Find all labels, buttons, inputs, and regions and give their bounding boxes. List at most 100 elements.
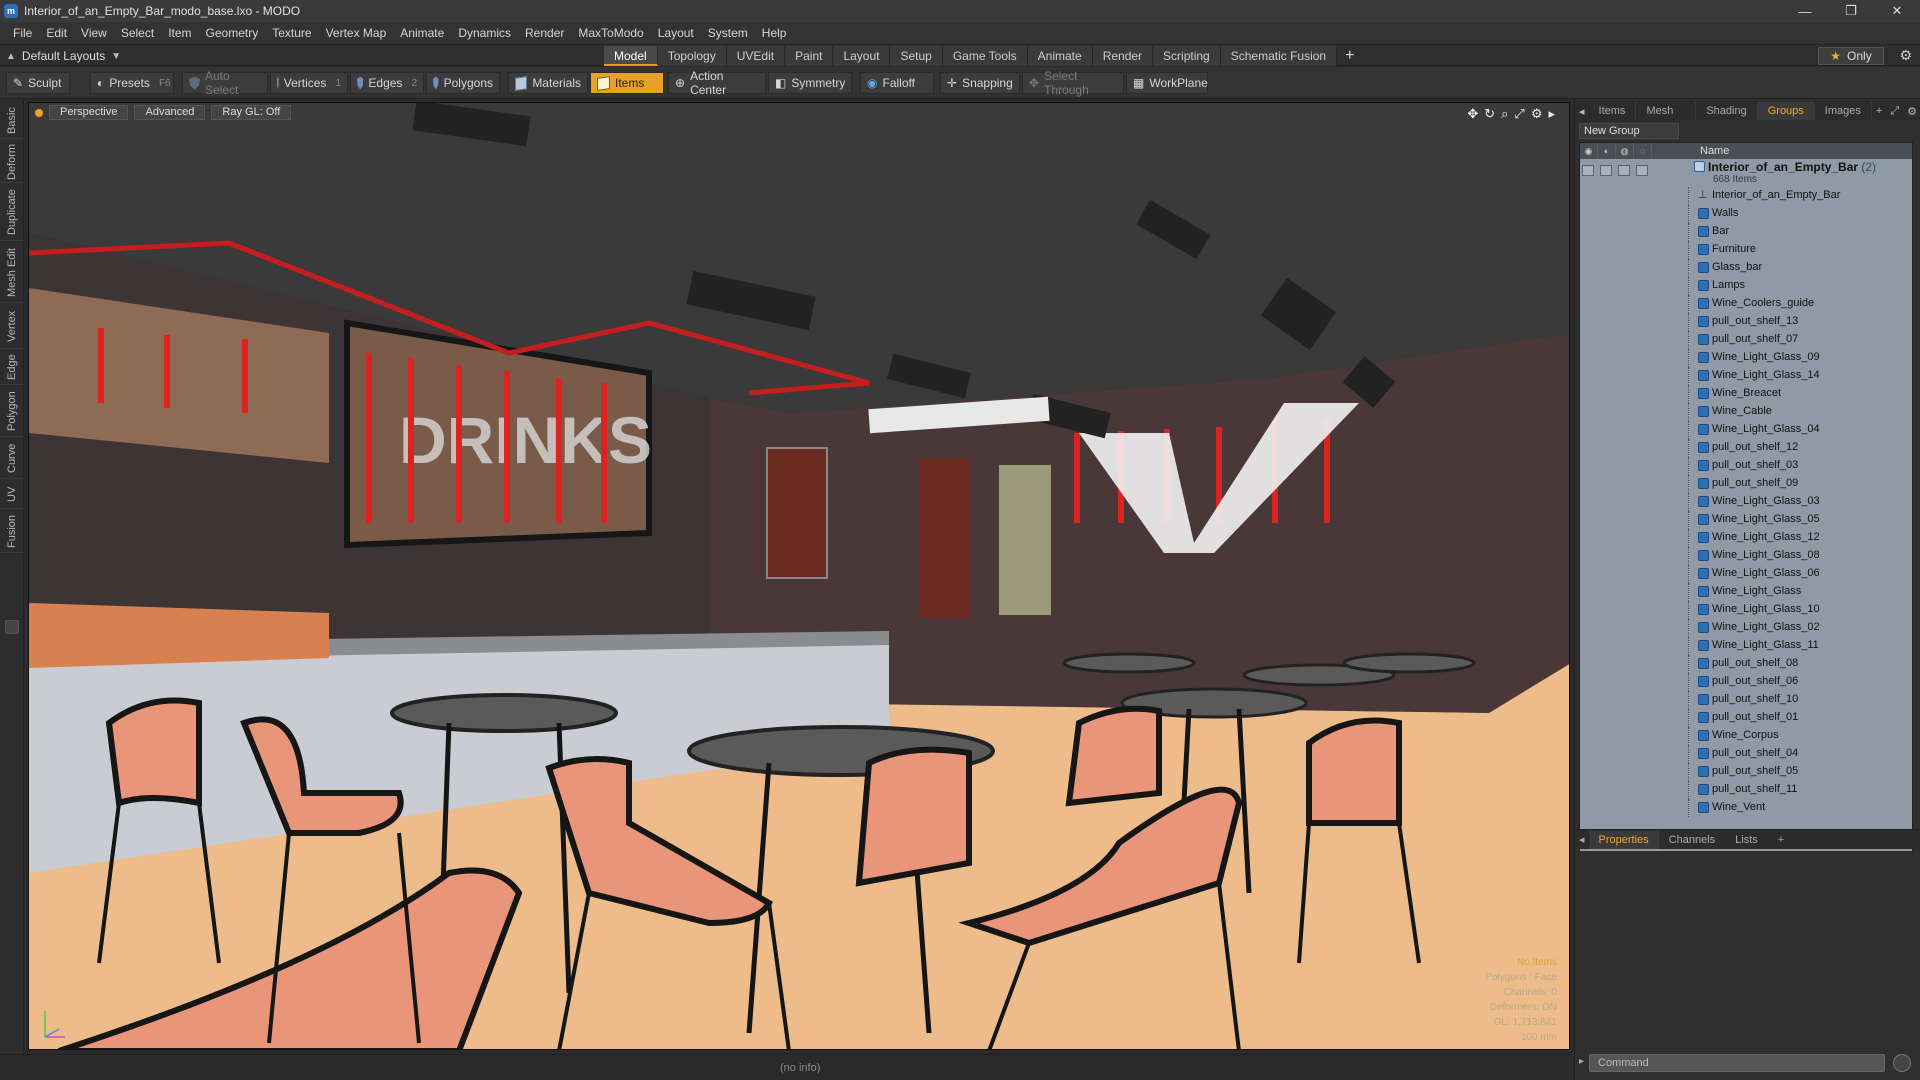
list-item[interactable]: Furniture: [1580, 241, 1912, 259]
list-item[interactable]: Wine_Light_Glass_03: [1580, 493, 1912, 511]
panel-gear-icon[interactable]: ⚙: [1903, 105, 1920, 118]
list-item[interactable]: pull_out_shelf_06: [1580, 673, 1912, 691]
tab-properties[interactable]: Properties: [1588, 830, 1659, 849]
perspective-button[interactable]: Perspective: [49, 105, 129, 120]
group-lock-toggle[interactable]: [1618, 165, 1630, 176]
list-item[interactable]: Wine_Light_Glass_10: [1580, 601, 1912, 619]
group-visibility-toggle[interactable]: [1582, 165, 1594, 176]
list-item[interactable]: Wine_Vent: [1580, 799, 1912, 817]
left-tab-uv[interactable]: UV: [0, 481, 24, 509]
layout-collapse-icon[interactable]: ▲: [6, 51, 16, 62]
menu-help[interactable]: Help: [755, 26, 794, 40]
add-panel-tab-icon[interactable]: +: [1872, 105, 1886, 117]
list-item[interactable]: pull_out_shelf_08: [1580, 655, 1912, 673]
materials-button[interactable]: Materials: [508, 72, 588, 94]
group-render-toggle[interactable]: [1600, 165, 1612, 176]
left-tab-toggle[interactable]: [5, 620, 19, 634]
add-tab-icon[interactable]: +: [1337, 46, 1362, 66]
layout-selector[interactable]: ▲ Default Layouts ▼: [6, 46, 121, 66]
viewport-gear-icon[interactable]: ⚙: [1531, 106, 1543, 122]
tab-lists[interactable]: Lists: [1725, 831, 1768, 849]
menu-select[interactable]: Select: [114, 26, 161, 40]
menu-dynamics[interactable]: Dynamics: [451, 26, 518, 40]
tab-items[interactable]: Items: [1589, 102, 1637, 120]
left-tab-curve[interactable]: Curve: [0, 439, 24, 479]
command-input[interactable]: Command: [1589, 1054, 1885, 1072]
list-item[interactable]: Wine_Light_Glass_09: [1580, 349, 1912, 367]
list-item[interactable]: pull_out_shelf_09: [1580, 475, 1912, 493]
tab-shading[interactable]: Shading: [1696, 102, 1758, 120]
close-icon[interactable]: ✕: [1874, 0, 1920, 22]
list-item[interactable]: Wine_Coolers_guide: [1580, 295, 1912, 313]
command-history-button[interactable]: [1893, 1054, 1911, 1072]
menu-texture[interactable]: Texture: [265, 26, 318, 40]
tab-setup[interactable]: Setup: [890, 46, 943, 66]
vertices-button[interactable]: Vertices 1: [270, 72, 348, 94]
list-item[interactable]: pull_out_shelf_07: [1580, 331, 1912, 349]
command-arrow-icon[interactable]: ▸: [1579, 1056, 1584, 1067]
polygons-button[interactable]: Polygons: [426, 72, 500, 94]
edges-button[interactable]: Edges 2: [350, 72, 424, 94]
render-column-icon[interactable]: ◐: [1598, 143, 1616, 159]
left-tab-vertex[interactable]: Vertex: [0, 305, 24, 349]
select-column-icon[interactable]: ◌: [1634, 143, 1652, 159]
viewport-menu-dot[interactable]: [35, 109, 43, 117]
action-center-button[interactable]: ⊕ Action Center: [668, 69, 766, 97]
tab-animate[interactable]: Animate: [1027, 46, 1093, 66]
snapping-button[interactable]: ✛ Snapping: [940, 72, 1020, 94]
tab-groups[interactable]: Groups: [1757, 102, 1815, 120]
left-tab-basic[interactable]: Basic: [0, 103, 24, 139]
items-button[interactable]: Items: [590, 72, 664, 94]
menu-geometry[interactable]: Geometry: [199, 26, 266, 40]
left-tab-deform[interactable]: Deform: [0, 141, 24, 183]
list-item[interactable]: pull_out_shelf_11: [1580, 781, 1912, 799]
list-item[interactable]: Wine_Cable: [1580, 403, 1912, 421]
list-item[interactable]: Bar: [1580, 223, 1912, 241]
tab-channels[interactable]: Channels: [1659, 831, 1725, 849]
list-item[interactable]: Wine_Light_Glass: [1580, 583, 1912, 601]
tab-uvedit[interactable]: UVEdit: [726, 46, 786, 66]
only-button[interactable]: ★ Only: [1818, 47, 1884, 65]
gear-icon[interactable]: ⚙: [1899, 47, 1912, 64]
group-select-toggle[interactable]: [1636, 165, 1648, 176]
list-item[interactable]: Wine_Corpus: [1580, 727, 1912, 745]
left-tab-polygon[interactable]: Polygon: [0, 387, 24, 437]
tab-mesh[interactable]: Mesh ...: [1636, 102, 1697, 135]
left-tab-mesh-edit[interactable]: Mesh Edit: [0, 243, 24, 303]
sculpt-button[interactable]: ✎ Sculpt: [6, 72, 70, 94]
presets-button[interactable]: ◐ Presets F6: [90, 72, 174, 94]
lock-column-icon[interactable]: ◍: [1616, 143, 1634, 159]
groups-list[interactable]: ◉ ◐ ◍ ◌ Name Interior_of_an_Empty_Bar (2…: [1579, 142, 1913, 922]
list-item[interactable]: pull_out_shelf_13: [1580, 313, 1912, 331]
list-item[interactable]: Wine_Light_Glass_02: [1580, 619, 1912, 637]
list-item[interactable]: Wine_Light_Glass_08: [1580, 547, 1912, 565]
menu-edit[interactable]: Edit: [39, 26, 74, 40]
list-item[interactable]: pull_out_shelf_12: [1580, 439, 1912, 457]
group-row[interactable]: Interior_of_an_Empty_Bar (2) 668 Items: [1580, 159, 1912, 187]
name-column-header[interactable]: Name: [1692, 145, 1729, 157]
tab-schematic-fusion[interactable]: Schematic Fusion: [1220, 46, 1338, 66]
list-item[interactable]: Glass_bar: [1580, 259, 1912, 277]
panel-arrow-icon[interactable]: ◂: [1575, 105, 1589, 118]
tab-game-tools[interactable]: Game Tools: [942, 46, 1028, 66]
zoom-icon[interactable]: ⌕: [1501, 106, 1508, 122]
menu-maxtomodo[interactable]: MaxToModo: [571, 26, 650, 40]
menu-view[interactable]: View: [74, 26, 114, 40]
left-tab-edge[interactable]: Edge: [0, 351, 24, 385]
add-props-tab-icon[interactable]: +: [1768, 831, 1794, 849]
tab-topology[interactable]: Topology: [657, 46, 727, 66]
list-item[interactable]: Wine_Light_Glass_05: [1580, 511, 1912, 529]
visibility-column-icon[interactable]: ◉: [1580, 143, 1598, 159]
workplane-button[interactable]: ▦ WorkPlane: [1126, 72, 1208, 94]
minimize-icon[interactable]: —: [1782, 0, 1828, 22]
panel-expand-icon[interactable]: ⤢: [1886, 105, 1903, 118]
maximize-viewport-icon[interactable]: ⤢: [1514, 106, 1524, 122]
tab-render[interactable]: Render: [1092, 46, 1154, 66]
list-item[interactable]: pull_out_shelf_03: [1580, 457, 1912, 475]
menu-render[interactable]: Render: [518, 26, 571, 40]
falloff-button[interactable]: ◉ Falloff: [860, 72, 934, 94]
select-through-button[interactable]: ✥ Select Through: [1022, 69, 1124, 97]
list-item[interactable]: pull_out_shelf_04: [1580, 745, 1912, 763]
left-tab-fusion[interactable]: Fusion: [0, 511, 24, 553]
menu-system[interactable]: System: [701, 26, 755, 40]
